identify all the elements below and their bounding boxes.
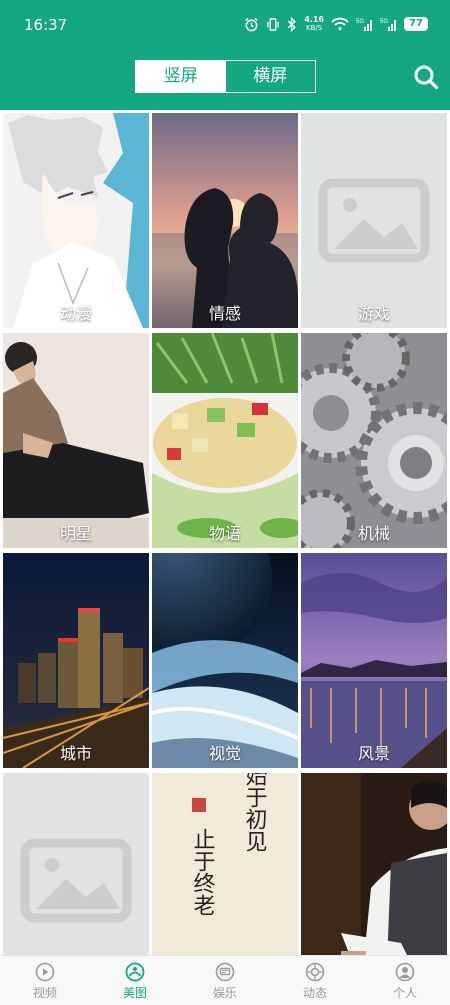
signal-5g-icon: 5G xyxy=(356,19,372,31)
category-label: 动漫 xyxy=(59,304,92,323)
bluetooth-icon xyxy=(288,16,297,32)
category-label: 城市 xyxy=(59,744,92,763)
category-tile-anime[interactable]: 动漫 xyxy=(3,113,149,328)
tab-label: 个人 xyxy=(392,986,417,1000)
tab-portrait[interactable]: 竖屏 xyxy=(136,61,226,92)
status-bar: 16:37 4.16 KB/S 5G 5G 77 xyxy=(0,0,450,52)
celebrity-image xyxy=(3,333,149,548)
vibrate-icon xyxy=(267,17,280,31)
alarm-icon xyxy=(245,17,258,31)
camera-icon xyxy=(305,962,325,982)
message-icon xyxy=(215,962,235,982)
category-tile-machinery[interactable]: 机械 xyxy=(301,333,447,548)
tab-profile[interactable]: 个人 xyxy=(360,956,450,1005)
tab-moments[interactable]: 动态 xyxy=(270,956,360,1005)
category-tile-games[interactable]: 游戏 xyxy=(301,113,447,328)
category-tile-emotion[interactable]: 情感 xyxy=(152,113,298,328)
tab-label: 动态 xyxy=(302,986,327,1000)
search-icon[interactable] xyxy=(413,64,439,90)
svg-text:5G: 5G xyxy=(380,19,388,25)
man-image xyxy=(301,773,447,955)
tab-label: 美图 xyxy=(122,986,147,1000)
category-tile-scenery[interactable]: 风景 xyxy=(301,553,447,768)
category-label: 机械 xyxy=(357,524,390,543)
category-tile-calligraphy[interactable]: 始于初见 止于终老 xyxy=(152,773,298,955)
category-label: 游戏 xyxy=(357,304,390,323)
wifi-icon xyxy=(331,17,349,31)
play-icon xyxy=(35,962,55,982)
picture-icon xyxy=(125,962,145,982)
calligraphy-image: 始于初见 止于终老 xyxy=(152,773,298,955)
calligraphy-right: 始于初见 xyxy=(242,773,268,852)
net-speed: 4.16 KB/S xyxy=(304,15,324,33)
svg-text:5G: 5G xyxy=(356,19,364,25)
category-tile-placeholder[interactable] xyxy=(3,773,149,955)
category-label: 明星 xyxy=(59,524,92,543)
image-placeholder-icon xyxy=(3,773,149,955)
battery-icon: 77 xyxy=(404,17,428,31)
tab-pictures[interactable]: 美图 xyxy=(90,956,180,1005)
category-label: 情感 xyxy=(208,304,241,323)
calligraphy-left: 止于终老 xyxy=(190,828,216,916)
image-placeholder-icon xyxy=(301,113,447,328)
tab-entertainment[interactable]: 娱乐 xyxy=(180,956,270,1005)
tab-video[interactable]: 视频 xyxy=(0,956,90,1005)
category-tile-city[interactable]: 城市 xyxy=(3,553,149,768)
category-tile-stars[interactable]: 明星 xyxy=(3,333,149,548)
category-tile-story[interactable]: 物语 xyxy=(152,333,298,548)
couple-image xyxy=(152,113,298,328)
tab-landscape[interactable]: 横屏 xyxy=(226,61,316,92)
category-tile-man[interactable] xyxy=(301,773,447,955)
city-night-image xyxy=(3,553,149,768)
signal-5g-icon: 5G xyxy=(380,19,396,31)
category-label: 风景 xyxy=(357,744,390,763)
tab-label: 娱乐 xyxy=(212,986,237,1000)
category-label: 视觉 xyxy=(208,744,241,763)
tab-label: 视频 xyxy=(32,986,57,1000)
anime-image xyxy=(3,113,149,328)
food-image xyxy=(152,333,298,548)
category-label: 物语 xyxy=(208,524,241,543)
gears-image xyxy=(301,333,447,548)
category-grid: 动漫 情感 游戏 明星 物语 机械 城市 视觉 风景 始于初见 止于终老 xyxy=(0,110,450,955)
category-tile-visual[interactable]: 视觉 xyxy=(152,553,298,768)
lake-image xyxy=(301,553,447,768)
bottom-tabbar: 视频 美图 娱乐 动态 个人 xyxy=(0,955,450,1005)
planet-image xyxy=(152,553,298,768)
user-icon xyxy=(395,962,415,982)
status-time: 16:37 xyxy=(24,16,68,34)
header-bar: 竖屏 横屏 xyxy=(0,52,450,110)
orientation-toggle: 竖屏 横屏 xyxy=(135,60,316,93)
status-icons: 4.16 KB/S 5G 5G 77 xyxy=(244,14,428,34)
